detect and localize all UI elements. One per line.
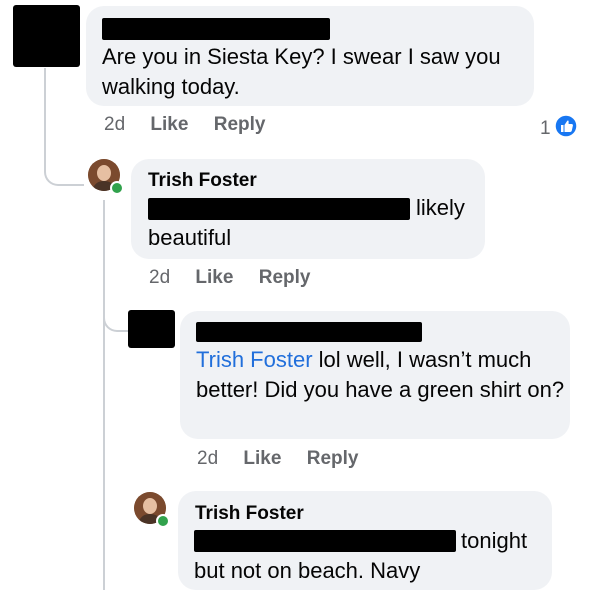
comment-time: 2d — [104, 114, 126, 135]
online-status-indicator — [156, 514, 170, 528]
like-button[interactable]: Like — [243, 448, 281, 469]
redacted-text — [194, 530, 456, 552]
comment-actions: 2d Like Reply — [149, 267, 310, 289]
redacted-author-name — [102, 18, 330, 40]
comment-author[interactable]: Trish Foster — [195, 503, 304, 525]
mention-link[interactable]: Trish Foster — [196, 347, 313, 372]
comment-actions: 2d Like Reply — [197, 448, 358, 470]
reaction-count: 1 — [540, 117, 551, 139]
comment-text-continued: but not on beach. Navy — [194, 558, 421, 583]
comment-text: Are you in Siesta Key? I swear I saw you… — [102, 44, 501, 99]
reaction-summary[interactable]: 1 — [540, 114, 578, 143]
comment-text: tonight — [461, 528, 528, 553]
comment-text-continued: beautiful — [148, 225, 232, 250]
redacted-text — [148, 198, 410, 220]
comment-time: 2d — [149, 267, 171, 288]
thread-connector — [103, 300, 129, 332]
thread-connector — [44, 68, 84, 186]
like-button[interactable]: Like — [195, 267, 233, 288]
avatar-redacted[interactable] — [128, 310, 175, 348]
comment-time: 2d — [197, 448, 219, 469]
reply-button[interactable]: Reply — [214, 114, 266, 135]
comment-text: likely — [416, 195, 465, 220]
reply-button[interactable]: Reply — [259, 267, 311, 288]
reply-button[interactable]: Reply — [307, 448, 359, 469]
comment-text: Trish Foster lol well, I wasn’t much bet… — [196, 345, 566, 405]
like-button[interactable]: Like — [150, 114, 188, 135]
comment-author[interactable]: Trish Foster — [148, 170, 257, 192]
thread-line — [103, 200, 105, 590]
comment-actions: 2d Like Reply — [104, 114, 265, 136]
avatar-redacted[interactable] — [13, 5, 80, 67]
thumbs-up-icon — [553, 114, 578, 143]
online-status-indicator — [110, 181, 124, 195]
redacted-author-name — [196, 322, 422, 342]
